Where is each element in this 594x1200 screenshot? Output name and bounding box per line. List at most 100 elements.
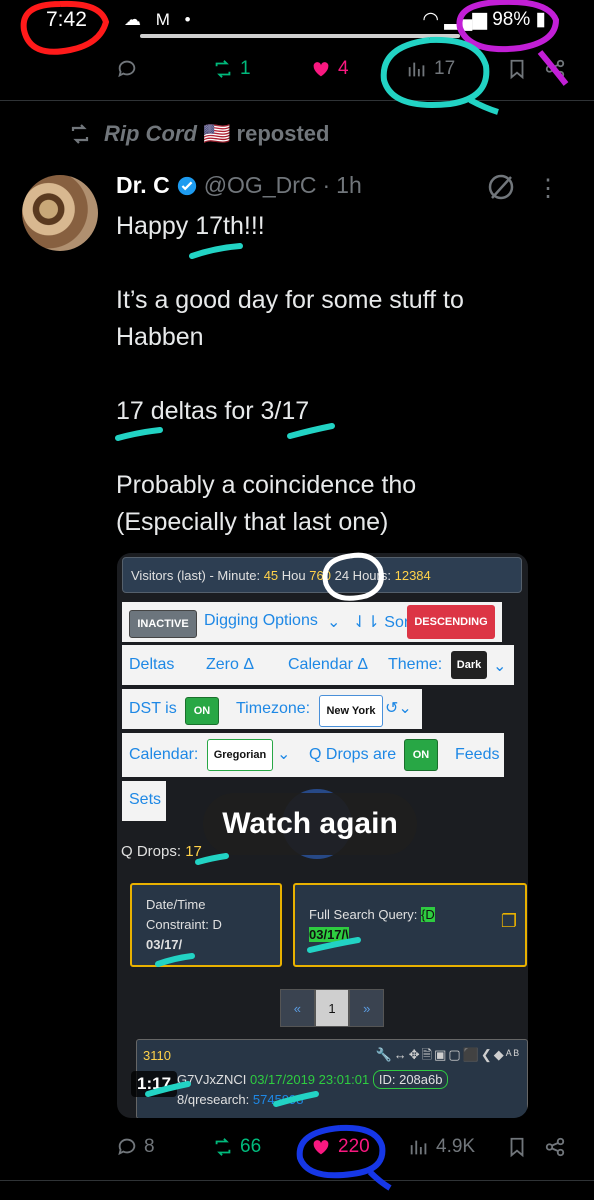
- repost-icon: [215, 1138, 231, 1156]
- reply-icon: [118, 1138, 136, 1156]
- tweet-line: 17 deltas for 3/17: [116, 397, 310, 425]
- zero-delta-link[interactable]: Zero Δ: [206, 656, 254, 674]
- calendar-chevron-icon: ⌄: [277, 746, 291, 763]
- battery-level: 98%: [492, 9, 531, 30]
- tweet-line: It’s a good day for some stuff to: [116, 286, 464, 314]
- bookmark-button[interactable]: [506, 58, 528, 80]
- repost-banner[interactable]: Rip Cord 🇺🇸 reposted: [68, 121, 329, 147]
- drop-tools-icons[interactable]: 🔧↔✥🗎▣▢⬛❮◆ᴬᴮ: [376, 1046, 521, 1068]
- tweet-time: 1h: [336, 172, 362, 198]
- drop-number: 3110: [143, 1048, 171, 1063]
- sort-link[interactable]: ⇃⇂ Sort: [353, 612, 414, 632]
- wifi-icon: ◠: [422, 9, 439, 30]
- calendar-delta-link[interactable]: Calendar Δ: [288, 656, 368, 674]
- like-count: 4: [338, 58, 349, 79]
- repost-icon: [215, 60, 231, 78]
- theme-select[interactable]: Dark: [451, 651, 487, 679]
- reply-button[interactable]: 8: [116, 1136, 155, 1158]
- reply-button[interactable]: [116, 58, 138, 80]
- inactive-button[interactable]: INACTIVE: [129, 610, 197, 638]
- share-button[interactable]: [544, 58, 566, 80]
- timezone-select[interactable]: New York: [319, 695, 383, 727]
- grok-icon[interactable]: [486, 172, 516, 202]
- battery-icon: ▮: [535, 9, 546, 30]
- bookmark-icon: [510, 59, 524, 80]
- flag-emoji: 🇺🇸: [203, 121, 231, 146]
- qdrop-result: 3110 🔧↔✥🗎▣▢⬛❮◆ᴬᴮ G7VJxZNCI 03/17/2019 23…: [136, 1039, 528, 1118]
- status-bar: 7:42 ☁ M • ◠ ▂▄▆ 98% ▮: [0, 0, 594, 44]
- video-player[interactable]: Visitors (last) - Minute: 45 Hou 760 24 …: [117, 553, 528, 1118]
- feeds-link[interactable]: Feeds: [455, 746, 499, 764]
- sort-chevron-icon: ⌄: [327, 614, 341, 631]
- visitors-bar: Visitors (last) - Minute: 45 Hou 760 24 …: [122, 557, 522, 593]
- views-button[interactable]: 4.9K: [408, 1136, 475, 1158]
- page-current[interactable]: 1: [314, 989, 350, 1027]
- pagination: « 1 »: [280, 989, 385, 1027]
- tweet-text: Happy 17th!!! It’s a good day for some s…: [116, 208, 536, 541]
- deltas-link[interactable]: Deltas: [129, 656, 174, 674]
- share-button[interactable]: [544, 1136, 566, 1158]
- theme-chevron-icon: ⌄: [493, 658, 507, 675]
- tweet-line: (Especially that last one): [116, 508, 389, 536]
- sets-link[interactable]: Sets: [129, 791, 161, 809]
- separator-dot: ·: [322, 172, 331, 198]
- verified-badge-icon: [177, 176, 196, 195]
- handle[interactable]: @OG_DrC: [204, 172, 317, 199]
- views-count: 4.9K: [436, 1136, 476, 1157]
- share-icon: [545, 59, 565, 79]
- qdrops-label: Q Drops are: [309, 746, 397, 763]
- theme-label: Theme:: [388, 656, 443, 673]
- more-options-icon[interactable]: ⋮: [536, 174, 560, 203]
- heart-icon: [313, 62, 329, 77]
- views-count: 17: [434, 58, 456, 79]
- like-count: 220: [338, 1136, 370, 1157]
- avatar[interactable]: [22, 175, 98, 251]
- descending-button[interactable]: DESCENDING: [407, 605, 495, 639]
- qdrops-toggle[interactable]: ON: [404, 739, 438, 771]
- views-icon: [410, 1140, 427, 1155]
- tweet-line: Habben: [116, 323, 204, 351]
- tweet-line: Happy 17th!!!: [116, 212, 265, 240]
- search-query-box: Full Search Query: {D 03/17/\ ❐: [293, 883, 527, 967]
- prev-post-actions: 1 4 17: [0, 54, 594, 88]
- status-right: ◠ ▂▄▆ 98% ▮: [422, 8, 546, 31]
- watch-again-button[interactable]: Watch again: [203, 793, 417, 855]
- views-icon: [408, 62, 425, 77]
- repost-count: 66: [240, 1136, 262, 1157]
- digging-options-link[interactable]: Digging Options: [204, 612, 318, 630]
- qdrops-count: Q Drops: 17: [121, 843, 202, 860]
- timezone-reset-icon[interactable]: ↺⌄: [385, 698, 412, 718]
- reply-icon: [118, 60, 136, 78]
- dst-label: DST is: [129, 700, 177, 717]
- drop-meta: G7VJxZNCI 03/17/2019 23:01:01 ID: 208a6b: [177, 1070, 449, 1089]
- views-button[interactable]: 17: [406, 58, 455, 80]
- bookmark-icon: [510, 1137, 524, 1158]
- video-duration: 1:17: [131, 1071, 178, 1097]
- repost-icon: [71, 124, 89, 144]
- share-icon: [545, 1137, 565, 1157]
- timezone-label: Timezone:: [236, 700, 311, 717]
- reply-count: 8: [144, 1136, 155, 1157]
- page-prev[interactable]: «: [280, 989, 315, 1027]
- date-constraint-box: Date/Time Constraint: D 03/17/: [130, 883, 282, 967]
- copy-icon[interactable]: ❐: [501, 911, 517, 931]
- signal-icon: ▂▄▆: [444, 9, 487, 30]
- repost-label: reposted: [236, 121, 330, 146]
- like-button[interactable]: 4: [310, 58, 349, 80]
- like-button[interactable]: 220: [310, 1136, 370, 1158]
- repost-count: 1: [240, 58, 251, 79]
- page-next[interactable]: »: [349, 989, 385, 1027]
- status-time: 7:42: [46, 8, 87, 31]
- repost-button[interactable]: 1: [212, 58, 251, 80]
- heart-icon: [313, 1140, 329, 1155]
- reposter-name[interactable]: Rip Cord: [104, 121, 197, 146]
- drop-link[interactable]: 8/qresearch: 5745998: [177, 1092, 304, 1107]
- display-name[interactable]: Dr. C: [116, 172, 170, 199]
- bookmark-button[interactable]: [506, 1136, 528, 1158]
- tweet-header: Dr. C @OG_DrC · 1h: [116, 172, 362, 199]
- repost-button[interactable]: 66: [212, 1136, 261, 1158]
- dst-toggle[interactable]: ON: [185, 697, 219, 725]
- tweet-line: Probably a coincidence tho: [116, 471, 417, 499]
- calendar-select[interactable]: Gregorian: [207, 739, 273, 771]
- notification-icons: ☁ M •: [124, 10, 196, 29]
